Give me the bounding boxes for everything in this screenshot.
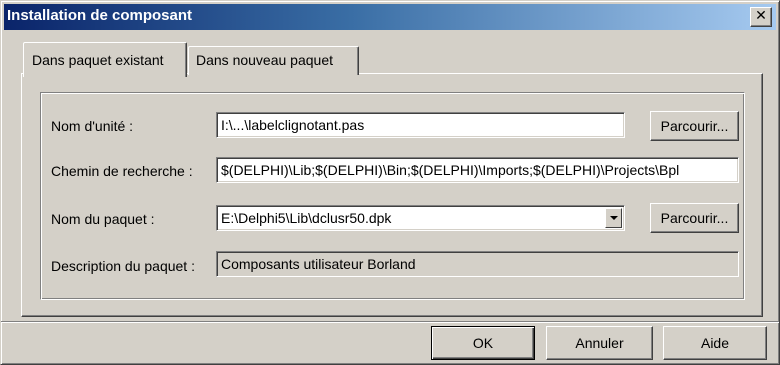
unit-name-label: Nom d'unité : bbox=[51, 118, 134, 134]
search-path-value: $(DELPHI)\Lib;$(DELPHI)\Bin;$(DELPHI)\Im… bbox=[221, 162, 680, 178]
package-description-label: Description du paquet : bbox=[51, 258, 195, 274]
cancel-button[interactable]: Annuler bbox=[546, 326, 653, 360]
browse-unit-label: Parcourir... bbox=[660, 118, 729, 134]
browse-unit-button[interactable]: Parcourir... bbox=[650, 111, 739, 141]
window-title: Installation de composant bbox=[7, 7, 193, 24]
package-description-value: Composants utilisateur Borland bbox=[221, 256, 416, 272]
chevron-down-icon[interactable] bbox=[605, 208, 622, 228]
package-name-combobox[interactable]: E:\Delphi5\Lib\dclusr50.dpk bbox=[216, 205, 625, 231]
title-bar[interactable]: Installation de composant ✕ bbox=[4, 4, 776, 30]
fields-group: Nom d'unité : I:\...\labelclignotant.pas… bbox=[40, 92, 745, 300]
package-name-label: Nom du paquet : bbox=[51, 211, 155, 227]
package-description-field: Composants utilisateur Borland bbox=[216, 251, 739, 277]
unit-name-value: I:\...\labelclignotant.pas bbox=[221, 117, 365, 133]
search-path-field[interactable]: $(DELPHI)\Lib;$(DELPHI)\Bin;$(DELPHI)\Im… bbox=[216, 157, 739, 183]
unit-name-field[interactable]: I:\...\labelclignotant.pas bbox=[216, 112, 625, 138]
close-icon: ✕ bbox=[755, 8, 767, 24]
browse-package-button[interactable]: Parcourir... bbox=[650, 203, 739, 233]
tab-label: Dans paquet existant bbox=[32, 52, 164, 68]
package-name-value: E:\Delphi5\Lib\dclusr50.dpk bbox=[221, 210, 392, 226]
ok-label: OK bbox=[472, 335, 494, 351]
cancel-label: Annuler bbox=[575, 335, 624, 351]
close-button[interactable]: ✕ bbox=[750, 7, 772, 27]
separator bbox=[1, 321, 779, 323]
ok-button[interactable]: OK bbox=[431, 326, 535, 360]
tab-label: Dans nouveau paquet bbox=[196, 52, 333, 68]
dialog-window: Installation de composant ✕ Dans paquet … bbox=[0, 0, 780, 365]
help-button[interactable]: Aide bbox=[663, 326, 767, 360]
help-label: Aide bbox=[700, 335, 730, 351]
search-path-label: Chemin de recherche : bbox=[51, 163, 193, 179]
tab-panel: Nom d'unité : I:\...\labelclignotant.pas… bbox=[21, 73, 763, 317]
tab-dans-paquet-existant[interactable]: Dans paquet existant bbox=[23, 42, 187, 77]
browse-package-label: Parcourir... bbox=[660, 210, 729, 226]
tab-dans-nouveau-paquet[interactable]: Dans nouveau paquet bbox=[188, 46, 359, 75]
